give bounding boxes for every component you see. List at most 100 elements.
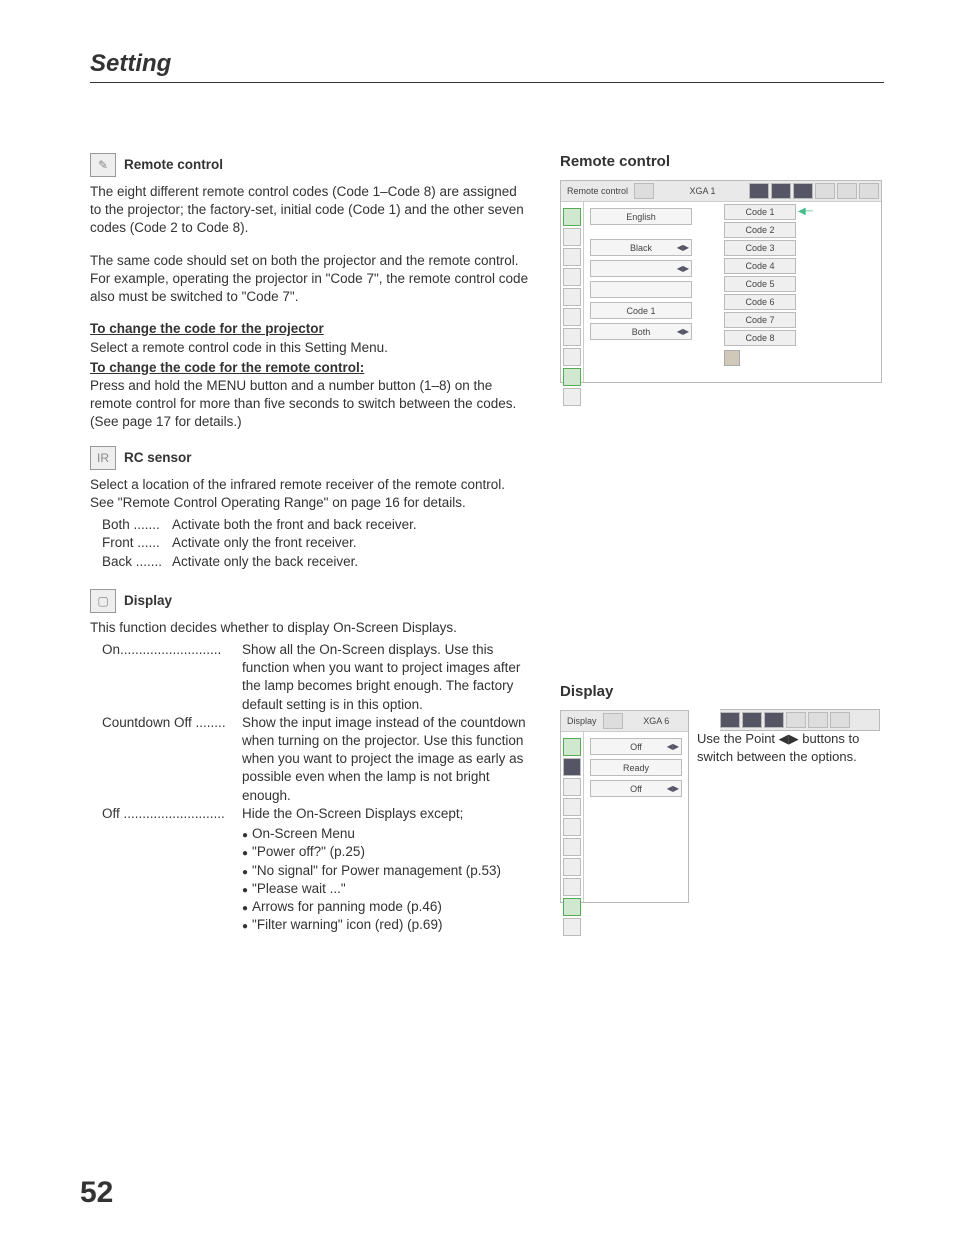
menu-icon — [830, 712, 850, 728]
value-box: Both◀▶ — [590, 323, 692, 340]
menu-icon — [815, 183, 835, 199]
side-icon — [563, 778, 581, 796]
menu-icon — [786, 712, 806, 728]
scr-label: Display — [561, 716, 603, 726]
quit-icon — [563, 388, 581, 406]
side-icon — [563, 758, 581, 776]
side-icon — [563, 308, 581, 326]
menu-icon — [837, 183, 857, 199]
opt-desc: Show all the On-Screen displays. Use thi… — [242, 641, 530, 714]
menu-icon — [808, 712, 828, 728]
opt-desc: Show the input image instead of the coun… — [242, 714, 530, 805]
remote-control-icon: ✎ — [90, 153, 116, 177]
code-item: Code 6 — [724, 294, 796, 310]
rc-sensor-options: Both .......Activate both the front and … — [90, 516, 530, 571]
opt-desc: Hide the On-Screen Displays except; On-S… — [242, 805, 530, 935]
code-list: Code 1 Code 2 Code 3 Code 4 Code 5 Code … — [724, 204, 796, 366]
opt-term: Countdown Off ........ — [102, 714, 242, 805]
side-icon — [563, 248, 581, 266]
menu-icon — [634, 183, 654, 199]
down-icon — [563, 368, 581, 386]
proj-heading: To change the code for the projector — [90, 321, 324, 336]
rc-sensor-heading: RC sensor — [124, 449, 192, 467]
rc-sensor-icon: IR — [90, 446, 116, 470]
scr-label: Remote control — [561, 186, 634, 196]
left-column: ✎ Remote control The eight different rem… — [90, 153, 530, 934]
right-remote-heading: Remote control — [560, 153, 884, 170]
side-icon — [563, 348, 581, 366]
quit-icon — [724, 350, 740, 366]
side-icon — [563, 798, 581, 816]
menu-icon — [859, 183, 879, 199]
page-title: Setting — [90, 50, 884, 83]
code-item: Code 3 — [724, 240, 796, 256]
display-icon: ▢ — [90, 589, 116, 613]
opt-term: Off ........................... — [102, 805, 242, 935]
list-item: "Please wait ..." — [242, 880, 530, 898]
rc-change-heading: To change the code for the remote contro… — [90, 360, 364, 375]
remote-p1: The eight different remote control codes… — [90, 183, 530, 238]
side-icon — [563, 228, 581, 246]
side-icon — [563, 878, 581, 896]
side-icon — [563, 858, 581, 876]
display-intro: This function decides whether to display… — [90, 619, 530, 637]
value-box — [590, 281, 692, 298]
menu-icon — [764, 712, 784, 728]
remote-screenshot: Remote control XGA 1 — [560, 180, 882, 383]
menu-icon — [720, 712, 740, 728]
menu-icon — [749, 183, 769, 199]
code-item: Code 8 — [724, 330, 796, 346]
rc-change-body: Press and hold the MENU button and a num… — [90, 378, 516, 429]
proj-body: Select a remote control code in this Set… — [90, 340, 388, 355]
value-box: Off◀▶ — [590, 738, 682, 755]
remote-p2: The same code should set on both the pro… — [90, 252, 530, 307]
menu-icon — [771, 183, 791, 199]
opt-desc: Activate both the front and back receive… — [172, 516, 530, 534]
list-item: "Power off?" (p.25) — [242, 843, 530, 861]
mode-label: XGA 1 — [656, 186, 749, 196]
display-heading: Display — [124, 592, 172, 610]
code-item: Code 5 — [724, 276, 796, 292]
list-item: On-Screen Menu — [242, 825, 530, 843]
up-icon — [563, 208, 581, 226]
value-box: English — [590, 208, 692, 225]
opt-term: On........................... — [102, 641, 242, 714]
side-icon — [563, 288, 581, 306]
right-column: Remote control Remote control XGA 1 — [560, 153, 884, 934]
side-icon — [563, 328, 581, 346]
pointer-arrow-icon: ◀─ — [798, 206, 813, 217]
value-box: Ready — [590, 759, 682, 776]
code-item: Code 4 — [724, 258, 796, 274]
list-item: "Filter warning" icon (red) (p.69) — [242, 916, 530, 934]
code-item: Code 7 — [724, 312, 796, 328]
value-box: Black◀▶ — [590, 239, 692, 256]
menu-icon — [603, 713, 623, 729]
display-hint: Use the Point ◀▶ buttons to switch betwe… — [697, 730, 884, 765]
list-item: Arrows for panning mode (p.46) — [242, 898, 530, 916]
menu-icon — [742, 712, 762, 728]
quit-icon — [563, 918, 581, 936]
code-item: Code 2 — [724, 222, 796, 238]
page-number: 52 — [80, 1176, 113, 1210]
value-box: Off◀▶ — [590, 780, 682, 797]
opt-term: Front ...... — [102, 534, 172, 552]
opt-term: Back ....... — [102, 553, 172, 571]
side-icon — [563, 838, 581, 856]
opt-desc: Activate only the front receiver. — [172, 534, 530, 552]
menu-icon — [793, 183, 813, 199]
rc-sensor-body: Select a location of the infrared remote… — [90, 476, 530, 512]
side-icon — [563, 818, 581, 836]
value-box: Code 1 — [590, 302, 692, 319]
down-icon — [563, 898, 581, 916]
list-item: "No signal" for Power management (p.53) — [242, 862, 530, 880]
value-box: ◀▶ — [590, 260, 692, 277]
up-icon — [563, 738, 581, 756]
remote-control-heading: Remote control — [124, 156, 223, 174]
right-display-heading: Display — [560, 683, 884, 700]
code-item: Code 1 — [724, 204, 796, 220]
mode-label: XGA 6 — [625, 716, 688, 726]
opt-desc: Activate only the back receiver. — [172, 553, 530, 571]
display-screenshot: Display XGA 6 — [560, 710, 689, 903]
opt-term: Both ....... — [102, 516, 172, 534]
side-icon — [563, 268, 581, 286]
